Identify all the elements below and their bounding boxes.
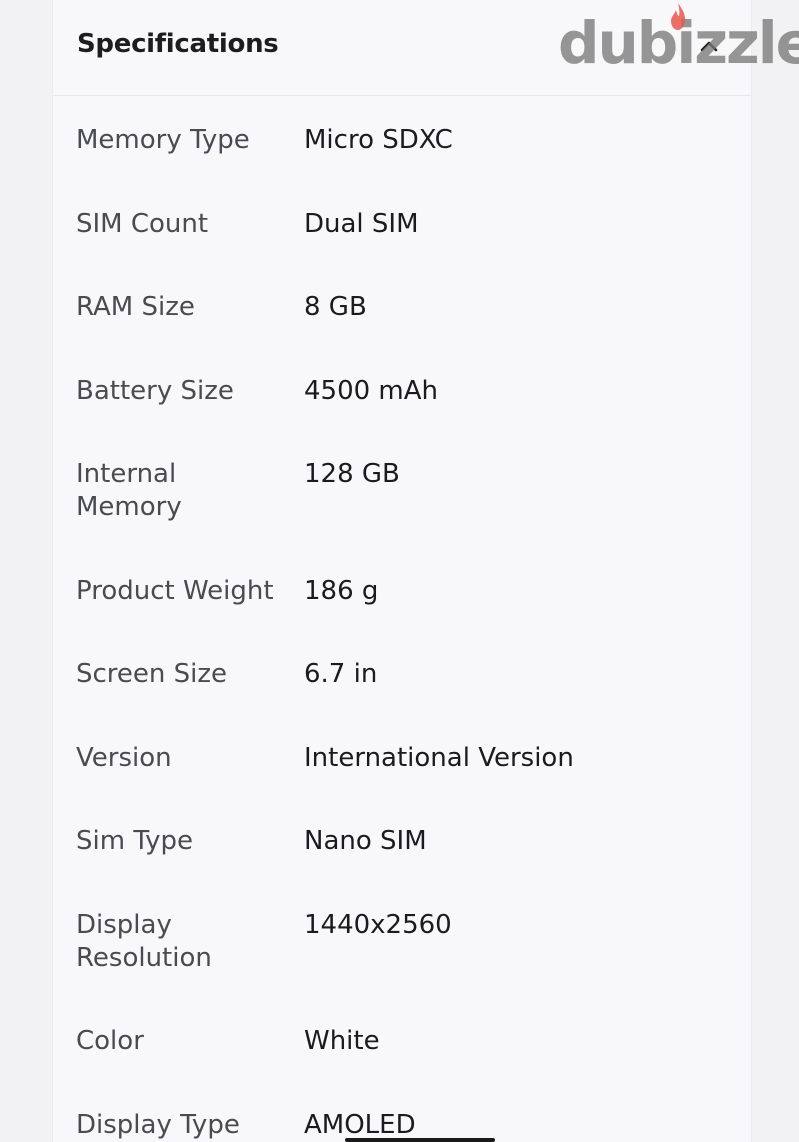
chevron-up-icon[interactable] <box>697 34 721 58</box>
spec-value-display-resolution: 1440x2560 <box>304 910 452 940</box>
spec-label-product-weight: Product Weight <box>76 576 274 606</box>
spec-label-color: Color <box>76 1026 144 1056</box>
spec-label-internal-memory: Internal Memory <box>76 459 182 522</box>
spec-label-version: Version <box>76 743 172 773</box>
spec-value-color: White <box>304 1026 380 1056</box>
spec-value-battery-size: 4500 mAh <box>304 376 439 406</box>
spec-label-sim-count: SIM Count <box>76 209 209 239</box>
spec-value-product-weight: 186 g <box>304 576 379 606</box>
spec-label-display-type: Display Type <box>76 1110 240 1140</box>
spec-value-sim-count: Dual SIM <box>304 209 419 239</box>
spec-value-memory-type: Micro SDXC <box>304 125 453 155</box>
spec-value-screen-size: 6.7 in <box>304 659 378 689</box>
spec-label-memory-type: Memory Type <box>76 125 250 155</box>
spec-value-version: International Version <box>304 743 574 773</box>
section-title: Specifications <box>77 29 279 59</box>
spec-label-sim-type: Sim Type <box>76 826 194 856</box>
spec-label-screen-size: Screen Size <box>76 659 228 689</box>
spec-label-ram-size: RAM Size <box>76 292 195 322</box>
specifications-header[interactable]: Specifications <box>53 0 751 96</box>
spec-value-ram-size: 8 GB <box>304 292 367 322</box>
spec-value-sim-type: Nano SIM <box>304 826 427 856</box>
home-indicator <box>345 1138 495 1142</box>
spec-label-battery-size: Battery Size <box>76 376 234 406</box>
spec-label-display-resolution: Display Resolution <box>76 910 212 973</box>
spec-value-internal-memory: 128 GB <box>304 459 400 489</box>
